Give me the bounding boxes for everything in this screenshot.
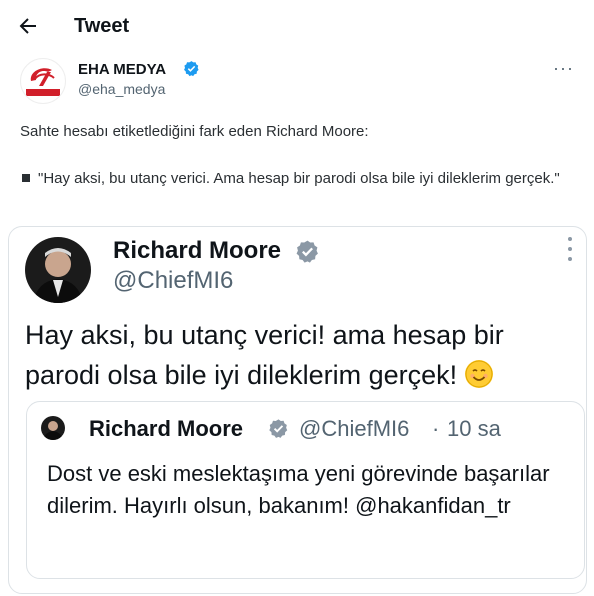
quoted-author-handle: @ChiefMI6: [299, 416, 410, 441]
quoted-tweet: Richard Moore @ChiefMI6 · 10 sa Dost ve …: [26, 401, 585, 579]
eha-medya-logo[interactable]: [20, 58, 66, 104]
top-bar: Tweet: [0, 0, 594, 52]
author-handle[interactable]: @eha_medya: [78, 81, 165, 97]
square-bullet-icon: [22, 174, 30, 183]
more-options-icon[interactable]: ···: [553, 58, 574, 79]
verified-badge-icon: [296, 240, 318, 263]
embedded-tweet-screenshot[interactable]: Richard Moore @ChiefMI6 Hay aksi, bu uta…: [8, 226, 587, 594]
quoted-tweet-text: Dost ve eski meslektaşıma yeni görevinde…: [47, 461, 550, 518]
quoted-author-name: Richard Moore: [89, 416, 244, 441]
tweet-text-line1: Sahte hesabı etiketlediğini fark eden Ri…: [20, 123, 369, 140]
tweet-text-quote-line: "Hay aksi, bu utanç verici. Ama hesap bi…: [20, 168, 568, 190]
embedded-author-handle: @ChiefMI6: [113, 267, 234, 294]
author-name[interactable]: EHA MEDYA: [78, 61, 166, 78]
tweet-quote-text: "Hay aksi, bu utanç verici. Ama hesap bi…: [38, 170, 560, 187]
tweet-author: EHA MEDYA @eha_medya ···: [20, 58, 580, 104]
embedded-author-name: Richard Moore: [113, 237, 282, 264]
back-arrow-icon[interactable]: [16, 14, 40, 38]
avatar: [41, 416, 65, 440]
page-title: Tweet: [74, 15, 130, 37]
verified-badge-icon: [184, 61, 199, 77]
separator: ·: [432, 416, 440, 441]
quoted-timestamp: 10 sa: [447, 416, 501, 441]
more-options-icon: [568, 237, 574, 267]
logo-mark-icon: [26, 68, 60, 96]
avatar: [25, 237, 91, 303]
embedded-text-content: Hay aksi, bu utanç verici! ama hesap bir…: [25, 320, 504, 390]
embedded-tweet-text: Hay aksi, bu utanç verici! ama hesap bir…: [25, 315, 570, 395]
verified-badge-icon: [269, 419, 288, 438]
smiling-face-emoji-icon: [464, 360, 493, 388]
